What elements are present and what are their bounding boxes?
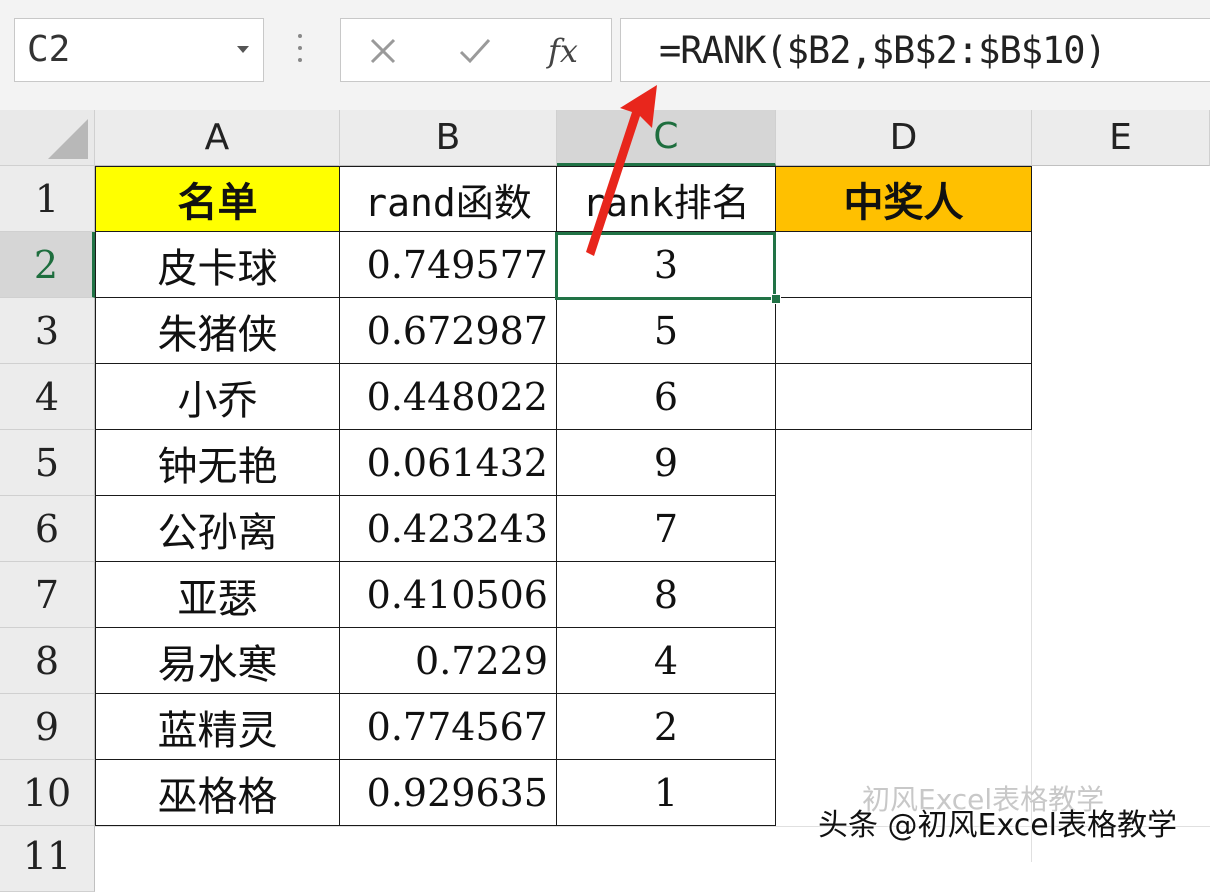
cell-b8[interactable]: 0.7229 bbox=[340, 628, 557, 694]
cell-c10[interactable]: 1 bbox=[557, 760, 776, 826]
row-header-3[interactable]: 3 bbox=[0, 298, 95, 364]
row-header-5[interactable]: 5 bbox=[0, 430, 95, 496]
chevron-down-icon[interactable] bbox=[237, 46, 249, 53]
column-header-a[interactable]: A bbox=[95, 110, 340, 166]
cell-b1[interactable]: rand函数 bbox=[340, 166, 557, 232]
cell-b9[interactable]: 0.774567 bbox=[340, 694, 557, 760]
cell-a2[interactable]: 皮卡球 bbox=[95, 232, 340, 298]
cell-a6[interactable]: 公孙离 bbox=[95, 496, 340, 562]
cell-c4[interactable]: 6 bbox=[557, 364, 776, 430]
insert-function-button[interactable]: fx bbox=[541, 29, 585, 73]
select-all-corner[interactable] bbox=[0, 110, 95, 166]
cell-d1[interactable]: 中奖人 bbox=[776, 166, 1032, 232]
column-header-b[interactable]: B bbox=[340, 110, 557, 166]
cell-c7[interactable]: 8 bbox=[557, 562, 776, 628]
row-header-9[interactable]: 9 bbox=[0, 694, 95, 760]
cell-c2[interactable]: 3 bbox=[557, 232, 776, 298]
name-box[interactable]: C2 bbox=[14, 18, 264, 82]
cell-b3[interactable]: 0.672987 bbox=[340, 298, 557, 364]
cell-b7[interactable]: 0.410506 bbox=[340, 562, 557, 628]
fill-handle[interactable] bbox=[771, 294, 781, 304]
row-header-4[interactable]: 4 bbox=[0, 364, 95, 430]
drag-handle-icon[interactable] bbox=[297, 34, 303, 68]
name-box-value: C2 bbox=[27, 29, 71, 70]
formula-bar: C2 fx =RANK($B2,$B$2:$B$10) bbox=[0, 0, 1210, 111]
cell-a5[interactable]: 钟无艳 bbox=[95, 430, 340, 496]
cell-c1[interactable]: rank排名 bbox=[557, 166, 776, 232]
cell-c5[interactable]: 9 bbox=[557, 430, 776, 496]
column-header-d[interactable]: D bbox=[776, 110, 1032, 166]
cell-a3[interactable]: 朱猪侠 bbox=[95, 298, 340, 364]
cell-a9[interactable]: 蓝精灵 bbox=[95, 694, 340, 760]
formula-text: =RANK($B2,$B$2:$B$10) bbox=[659, 29, 1107, 72]
cell-b5[interactable]: 0.061432 bbox=[340, 430, 557, 496]
column-header-e[interactable]: E bbox=[1032, 110, 1210, 166]
cell-d2[interactable] bbox=[776, 232, 1032, 298]
formula-buttons: fx bbox=[340, 18, 612, 82]
checkmark-icon[interactable] bbox=[453, 29, 497, 73]
formula-input[interactable]: =RANK($B2,$B$2:$B$10) bbox=[620, 18, 1210, 82]
close-icon[interactable] bbox=[361, 29, 405, 73]
cell-c8[interactable]: 4 bbox=[557, 628, 776, 694]
cell-c3[interactable]: 5 bbox=[557, 298, 776, 364]
cell-d3[interactable] bbox=[776, 298, 1032, 364]
cell-a7[interactable]: 亚瑟 bbox=[95, 562, 340, 628]
row-header-7[interactable]: 7 bbox=[0, 562, 95, 628]
row-header-2[interactable]: 2 bbox=[0, 232, 95, 298]
cell-b2[interactable]: 0.749577 bbox=[340, 232, 557, 298]
row-header-11[interactable]: 11 bbox=[0, 826, 95, 892]
cell-b10[interactable]: 0.929635 bbox=[340, 760, 557, 826]
cell-a1[interactable]: 名单 bbox=[95, 166, 340, 232]
cell-a8[interactable]: 易水寒 bbox=[95, 628, 340, 694]
cell-a10[interactable]: 巫格格 bbox=[95, 760, 340, 826]
cell-d4[interactable] bbox=[776, 364, 1032, 430]
cell-c6[interactable]: 7 bbox=[557, 496, 776, 562]
row-header-10[interactable]: 10 bbox=[0, 760, 95, 826]
cell-b4[interactable]: 0.448022 bbox=[340, 364, 557, 430]
row-header-6[interactable]: 6 bbox=[0, 496, 95, 562]
watermark-text: 头条 @初风Excel表格教学 bbox=[818, 808, 1178, 843]
cell-b6[interactable]: 0.423243 bbox=[340, 496, 557, 562]
row-header-8[interactable]: 8 bbox=[0, 628, 95, 694]
column-header-c[interactable]: C bbox=[557, 110, 776, 166]
row-header-1[interactable]: 1 bbox=[0, 166, 95, 232]
cell-a4[interactable]: 小乔 bbox=[95, 364, 340, 430]
cell-c9[interactable]: 2 bbox=[557, 694, 776, 760]
